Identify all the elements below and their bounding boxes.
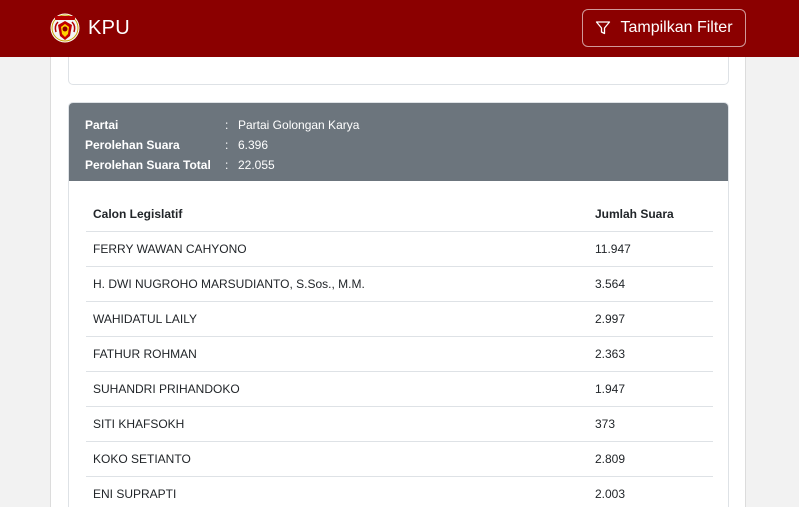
candidate-votes: 3.564 xyxy=(588,266,713,302)
party-result-card: Partai : Partai Golongan Karya Perolehan… xyxy=(68,102,729,507)
candidate-votes: 2.363 xyxy=(588,336,713,372)
candidate-votes: 373 xyxy=(588,406,713,442)
candidate-name: ENI SUPRAPTI xyxy=(86,476,588,507)
column-header-votes: Jumlah Suara xyxy=(588,197,713,232)
candidate-name: WAHIDATUL LAILY xyxy=(86,301,588,337)
brand-name: KPU xyxy=(88,16,131,39)
votes-label: Perolehan Suara xyxy=(85,138,180,152)
candidate-votes: 11.947 xyxy=(588,231,713,267)
candidate-name: SUHANDRI PRIHANDOKO xyxy=(86,371,588,407)
candidate-table: Calon Legislatif Jumlah Suara FERRY WAWA… xyxy=(86,197,713,507)
page-container: Partai : Partai Golongan Karya Perolehan… xyxy=(50,0,746,507)
table-row: H. DWI NUGROHO MARSUDIANTO, S.Sos., M.M.… xyxy=(86,266,713,302)
table-row: FERRY WAWAN CAHYONO 11.947 xyxy=(86,231,713,267)
show-filter-label: Tampilkan Filter xyxy=(620,19,733,36)
party-info-header: Partai : Partai Golongan Karya Perolehan… xyxy=(69,103,728,181)
colon: : xyxy=(225,118,229,132)
total-votes-row: Perolehan Suara Total : 22.055 xyxy=(85,155,712,175)
candidate-votes: 2.997 xyxy=(588,301,713,337)
candidate-name: H. DWI NUGROHO MARSUDIANTO, S.Sos., M.M. xyxy=(86,266,588,302)
party-votes-row: Perolehan Suara : 6.396 xyxy=(85,135,712,155)
filter-icon xyxy=(596,21,611,35)
column-header-candidate: Calon Legislatif xyxy=(86,197,588,232)
table-row: SUHANDRI PRIHANDOKO 1.947 xyxy=(86,371,713,407)
candidate-name: SITI KHAFSOKH xyxy=(86,406,588,442)
kpu-logo-icon xyxy=(50,13,80,43)
total-votes-value: 22.055 xyxy=(238,158,275,172)
candidate-name: FATHUR ROHMAN xyxy=(86,336,588,372)
navbar: KPU Tampilkan Filter xyxy=(0,0,799,57)
table-row: KOKO SETIANTO 2.809 xyxy=(86,441,713,477)
brand-link[interactable]: KPU xyxy=(50,12,130,44)
party-name-row: Partai : Partai Golongan Karya xyxy=(85,115,712,135)
table-row: FATHUR ROHMAN 2.363 xyxy=(86,336,713,372)
candidate-votes: 2.809 xyxy=(588,441,713,477)
candidate-name: FERRY WAWAN CAHYONO xyxy=(86,231,588,267)
party-value: Partai Golongan Karya xyxy=(238,118,360,132)
colon: : xyxy=(225,138,229,152)
colon: : xyxy=(225,158,229,172)
table-header-row: Calon Legislatif Jumlah Suara xyxy=(86,197,713,232)
candidate-votes: 2.003 xyxy=(588,476,713,507)
party-label: Partai xyxy=(85,118,119,132)
votes-value: 6.396 xyxy=(238,138,269,152)
table-row: WAHIDATUL LAILY 2.997 xyxy=(86,301,713,337)
total-votes-label: Perolehan Suara Total xyxy=(85,158,211,172)
show-filter-button[interactable]: Tampilkan Filter xyxy=(582,9,746,47)
table-row: SITI KHAFSOKH 373 xyxy=(86,406,713,442)
table-row: ENI SUPRAPTI 2.003 xyxy=(86,476,713,507)
candidate-name: KOKO SETIANTO xyxy=(86,441,588,477)
candidate-votes: 1.947 xyxy=(588,371,713,407)
